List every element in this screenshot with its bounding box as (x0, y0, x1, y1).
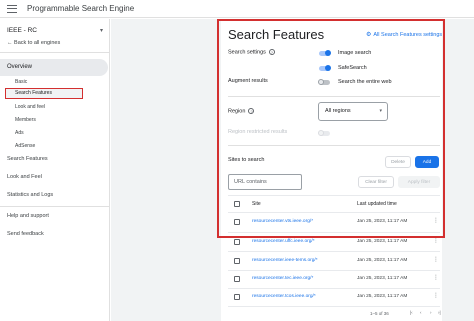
more-vert-icon[interactable]: ⋮ (433, 237, 439, 244)
sidebar-subitem-look-and-feel[interactable]: Look and feel (15, 104, 45, 110)
sidebar-subitem-ads[interactable]: Ads (15, 130, 24, 136)
sidebar-subitem-members[interactable]: Members (15, 117, 36, 123)
sidebar-subitem-basic[interactable]: Basic (15, 79, 27, 85)
table-divider (228, 251, 440, 252)
first-page-icon[interactable]: |‹ (410, 310, 413, 315)
engine-name: IEEE - RC (7, 27, 37, 34)
back-to-engines-link[interactable]: ← Back to all engines (7, 40, 60, 46)
row-checkbox[interactable] (234, 239, 240, 245)
sidebar-item-help[interactable]: Help and support (7, 213, 49, 219)
row-checkbox[interactable] (234, 276, 240, 282)
site-link[interactable]: resourcecenter.ieee-tems.org/* (252, 258, 318, 263)
site-link[interactable]: resourcecenter.tec.ieee.org/* (252, 276, 313, 281)
table-divider (228, 306, 440, 307)
sidebar-item-search-features[interactable]: Search Features (7, 156, 48, 162)
app-title: Programmable Search Engine (27, 4, 135, 13)
updated-time: Jan 25, 2023, 11:17 AM (357, 294, 408, 299)
row-checkbox[interactable] (234, 258, 240, 264)
sidebar-item-feedback[interactable]: Send feedback (7, 231, 44, 237)
next-page-icon[interactable]: › (430, 310, 432, 315)
engine-selector[interactable]: IEEE - RC ▾ (7, 27, 103, 34)
row-checkbox[interactable] (234, 294, 240, 300)
updated-time: Jan 25, 2023, 11:17 AM (357, 276, 408, 281)
top-bar: Programmable Search Engine (0, 0, 474, 18)
more-vert-icon[interactable]: ⋮ (433, 274, 439, 281)
prev-page-icon[interactable]: ‹ (420, 310, 422, 315)
sidebar-subitem-search-features[interactable]: Search Features (5, 88, 83, 99)
highlight-frame (217, 19, 445, 238)
sidebar-item-look-and-feel[interactable]: Look and Feel (7, 174, 42, 180)
table-divider (228, 288, 440, 289)
menu-icon[interactable] (7, 4, 17, 13)
divider (0, 52, 110, 53)
updated-time: Jan 25, 2023, 11:17 AM (357, 239, 408, 244)
more-vert-icon[interactable]: ⋮ (433, 256, 439, 263)
last-page-icon[interactable]: ›| (438, 310, 441, 315)
sidebar-subitem-adsense[interactable]: AdSense (15, 143, 35, 149)
table-divider (228, 270, 440, 271)
site-link[interactable]: resourcecenter.tcos.ieee.org/* (252, 294, 316, 299)
site-link[interactable]: resourcecenter.uffc.ieee.org/* (252, 239, 315, 244)
sidebar: IEEE - RC ▾ ← Back to all engines Overvi… (0, 19, 110, 321)
sidebar-item-statistics-and-logs[interactable]: Statistics and Logs (7, 192, 53, 198)
arrow-left-icon: ← (7, 40, 13, 46)
pagination-label: 1–5 of 36 (370, 311, 389, 316)
back-label: Back to all engines (14, 40, 61, 46)
updated-time: Jan 25, 2023, 11:17 AM (357, 258, 408, 263)
sidebar-item-overview[interactable]: Overview (0, 59, 108, 76)
divider (0, 206, 110, 207)
more-vert-icon[interactable]: ⋮ (433, 292, 439, 299)
chevron-down-icon: ▾ (99, 28, 103, 34)
